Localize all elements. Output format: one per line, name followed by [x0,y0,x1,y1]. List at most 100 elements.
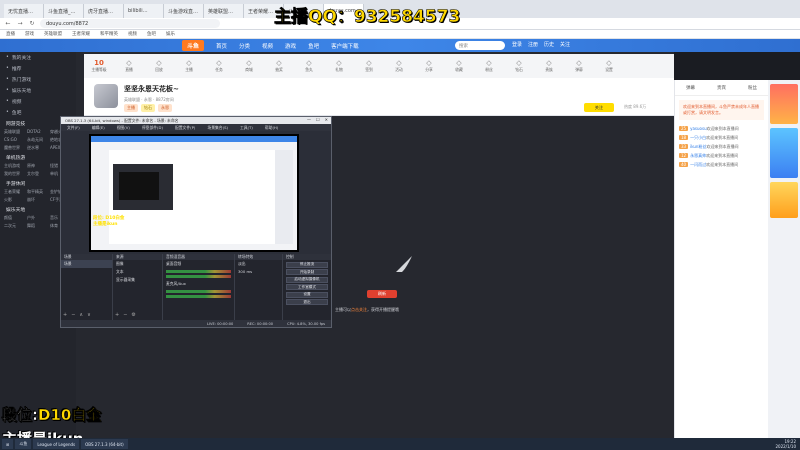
toolbar-item[interactable]: ◇ 回放 [144,55,174,77]
volume-meter[interactable] [166,270,231,273]
sidebar-category-link[interactable]: 王者荣耀 [4,189,26,195]
toolbar-item[interactable]: ◇ 签到 [354,55,384,77]
sidebar-item[interactable]: • 我的关注 [0,52,76,63]
bookmark-link[interactable]: 娱乐 [166,31,175,37]
promo-banner[interactable] [770,84,798,124]
obs-control-button[interactable]: 停止推流 [286,261,328,268]
sidebar-category-link[interactable]: 火影 [4,197,26,203]
header-link[interactable]: 登录 [512,41,522,48]
sidebar-category-link[interactable]: 我的世界 [4,171,26,177]
toolbar-item[interactable]: ◇ 任务 [204,55,234,77]
toolbar-item[interactable]: ◇ 礼物 [324,55,354,77]
toolbar-item[interactable]: ◇ 粉丝 [474,55,504,77]
toolbar-item[interactable]: ◇ 主播 [174,55,204,77]
sidebar-category-link[interactable]: 英雄联盟 [4,129,26,135]
obs-control-button[interactable]: 设置 [286,291,328,298]
obs-menu-item[interactable]: 停靠部件(D) [142,125,163,131]
obs-control-button[interactable]: 开始录制 [286,269,328,275]
sidebar-category-link[interactable]: 二次元 [4,223,26,229]
sidebar-category-link[interactable]: 原神 [27,163,49,169]
obs-menu-item[interactable]: 场景集合(S) [207,125,228,131]
tab-fans[interactable]: 粉丝 [748,85,757,91]
volume-meter[interactable] [166,290,231,293]
refresh-icon[interactable]: ↻ [28,20,36,28]
sidebar-item[interactable]: • 热门游戏 [0,74,76,85]
sidebar-category-link[interactable]: 和平精英 [27,189,49,195]
obs-control-button[interactable]: 工作室模式 [286,284,328,290]
toolbar-item[interactable]: ◇ 鱼丸 [294,55,324,77]
taskbar-app[interactable]: League of Legends [33,439,80,449]
toolbar-item[interactable]: ◇ 商城 [234,55,264,77]
minimize-icon[interactable]: — [307,117,311,122]
toolbar-item[interactable]: ◇ 直播 [114,55,144,77]
obs-menu-item[interactable]: 工具(T) [240,125,253,131]
refresh-button[interactable]: 刷新 [367,290,397,298]
toolbar-item[interactable]: 10 主播等级 [84,55,114,77]
nav-item[interactable]: 视频 [262,42,273,50]
chat-nickname[interactable]: ikun粉丝 [690,144,706,149]
bookmark-link[interactable]: 英雄联盟 [44,31,62,37]
up-icon[interactable]: ∧ [79,312,83,318]
toolbar-item[interactable]: ◇ 弹幕 [564,55,594,77]
promo-banner[interactable] [770,182,798,218]
obs-menu-item[interactable]: 视图(V) [117,125,130,131]
sidebar-category-link[interactable]: 逆水寒 [27,145,49,151]
browser-tab[interactable]: 无忧直播… [4,4,44,18]
tab-vip[interactable]: 贵宾 [717,85,726,91]
browser-tab[interactable]: 斗鱼直播_… [44,4,84,18]
remove-icon[interactable]: − [71,312,75,318]
url-field[interactable]: douyu.com/8872 [40,19,220,28]
nav-item[interactable]: 分类 [239,42,250,50]
bookmark-link[interactable]: 和平精英 [100,31,118,37]
source-item[interactable]: 显示器采集 [113,276,162,284]
toolbar-item[interactable]: ◇ 贵族 [534,55,564,77]
toolbar-item[interactable]: ◇ 分享 [414,55,444,77]
toolbar-item[interactable]: ◇ 收藏 [444,55,474,77]
avatar[interactable] [94,84,118,108]
scene-item[interactable]: 场景 [61,260,112,268]
down-icon[interactable]: ∨ [87,312,91,318]
sidebar-category-link[interactable]: 崩坏 [27,197,49,203]
bookmark-link[interactable]: 王者荣耀 [72,31,90,37]
site-logo[interactable]: 斗鱼 [182,40,205,51]
sidebar-category-link[interactable]: CS:GO [4,137,26,143]
gear-icon[interactable]: ⚙ [131,312,135,318]
nav-item[interactable]: 游戏 [285,42,296,50]
search-input[interactable]: 搜索 [455,41,505,50]
sidebar-category-link[interactable]: 颜值 [4,215,26,221]
maximize-icon[interactable]: ☐ [316,117,320,122]
sidebar-item[interactable]: • 推荐 [0,63,76,74]
nav-item[interactable]: 客户端下载 [331,42,359,50]
forward-icon[interactable]: → [16,20,24,28]
obs-window[interactable]: OBS 27.1.3 (64-bit, windows) - 配置文件: 未命名… [60,116,332,328]
bookmark-link[interactable]: 游戏 [25,31,34,37]
obs-preview[interactable]: 段位: D10白金 主播是ikun [89,134,299,252]
bookmark-link[interactable]: 直播 [6,31,15,37]
chat-nickname[interactable]: 一只小白 [690,135,706,140]
toolbar-item[interactable]: ◇ 设置 [594,55,624,77]
bookmark-link[interactable]: 视频 [128,31,137,37]
browser-tab[interactable]: 英雄联盟… [204,4,244,18]
remove-icon[interactable]: − [123,312,127,318]
sidebar-item[interactable]: • 娱乐天地 [0,85,76,96]
chat-nickname[interactable]: 一闪而过 [690,162,706,167]
browser-tab[interactable]: 虎牙直播… [84,4,124,18]
back-icon[interactable]: ← [4,20,12,28]
close-icon[interactable]: ✕ [325,117,328,122]
volume-meter[interactable] [166,275,231,278]
volume-meter[interactable] [166,295,231,298]
promo-banner[interactable] [770,128,798,178]
header-link[interactable]: 注册 [528,41,538,48]
obs-control-button[interactable]: 启动虚拟摄像机 [286,276,328,283]
sidebar-category-link[interactable]: 主机游戏 [4,163,26,169]
sidebar-category-link[interactable]: DOTA2 [27,129,49,135]
taskbar-app[interactable]: OBS 27.1.3 (64-bit) [81,439,128,449]
obs-menu-item[interactable]: 配置文件(P) [175,125,195,131]
header-link[interactable]: 关注 [560,41,570,48]
toolbar-item[interactable]: ◇ 活动 [384,55,414,77]
header-link[interactable]: 历史 [544,41,554,48]
sidebar-category-link[interactable]: 户外 [27,215,49,221]
sidebar-category-link[interactable]: 魔兽世界 [4,145,26,151]
nav-item[interactable]: 首页 [216,42,227,50]
add-icon[interactable]: + [115,312,119,318]
